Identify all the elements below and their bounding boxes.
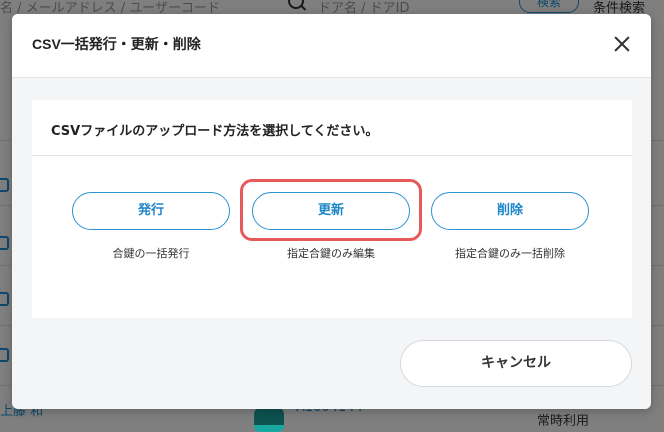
issue-button[interactable]: 発行 [72,192,230,230]
close-icon[interactable] [613,35,631,53]
dialog-header: CSV一括発行・更新・削除 [12,14,651,78]
cancel-button[interactable]: キャンセル [400,340,632,387]
delete-button[interactable]: 削除 [431,192,589,230]
card-header: CSVファイルのアップロード方法を選択してください。 [32,100,632,156]
update-description: 指定合鍵のみ編集 [287,247,375,260]
dialog-title: CSV一括発行・更新・削除 [32,36,201,52]
issue-description: 合鍵の一括発行 [112,247,190,260]
instruction-text: CSVファイルのアップロード方法を選択してください。 [51,124,379,139]
upload-method-card: CSVファイルのアップロード方法を選択してください。 発行 合鍵の一括発行 更新… [32,100,632,318]
csv-bulk-dialog: CSV一括発行・更新・削除 CSVファイルのアップロード方法を選択してください。… [12,14,651,409]
delete-description: 指定合鍵のみ一括削除 [455,247,565,260]
option-delete: 削除 指定合鍵のみ一括削除 [431,192,589,261]
option-issue: 発行 合鍵の一括発行 [72,192,230,261]
highlight-box [240,179,422,241]
